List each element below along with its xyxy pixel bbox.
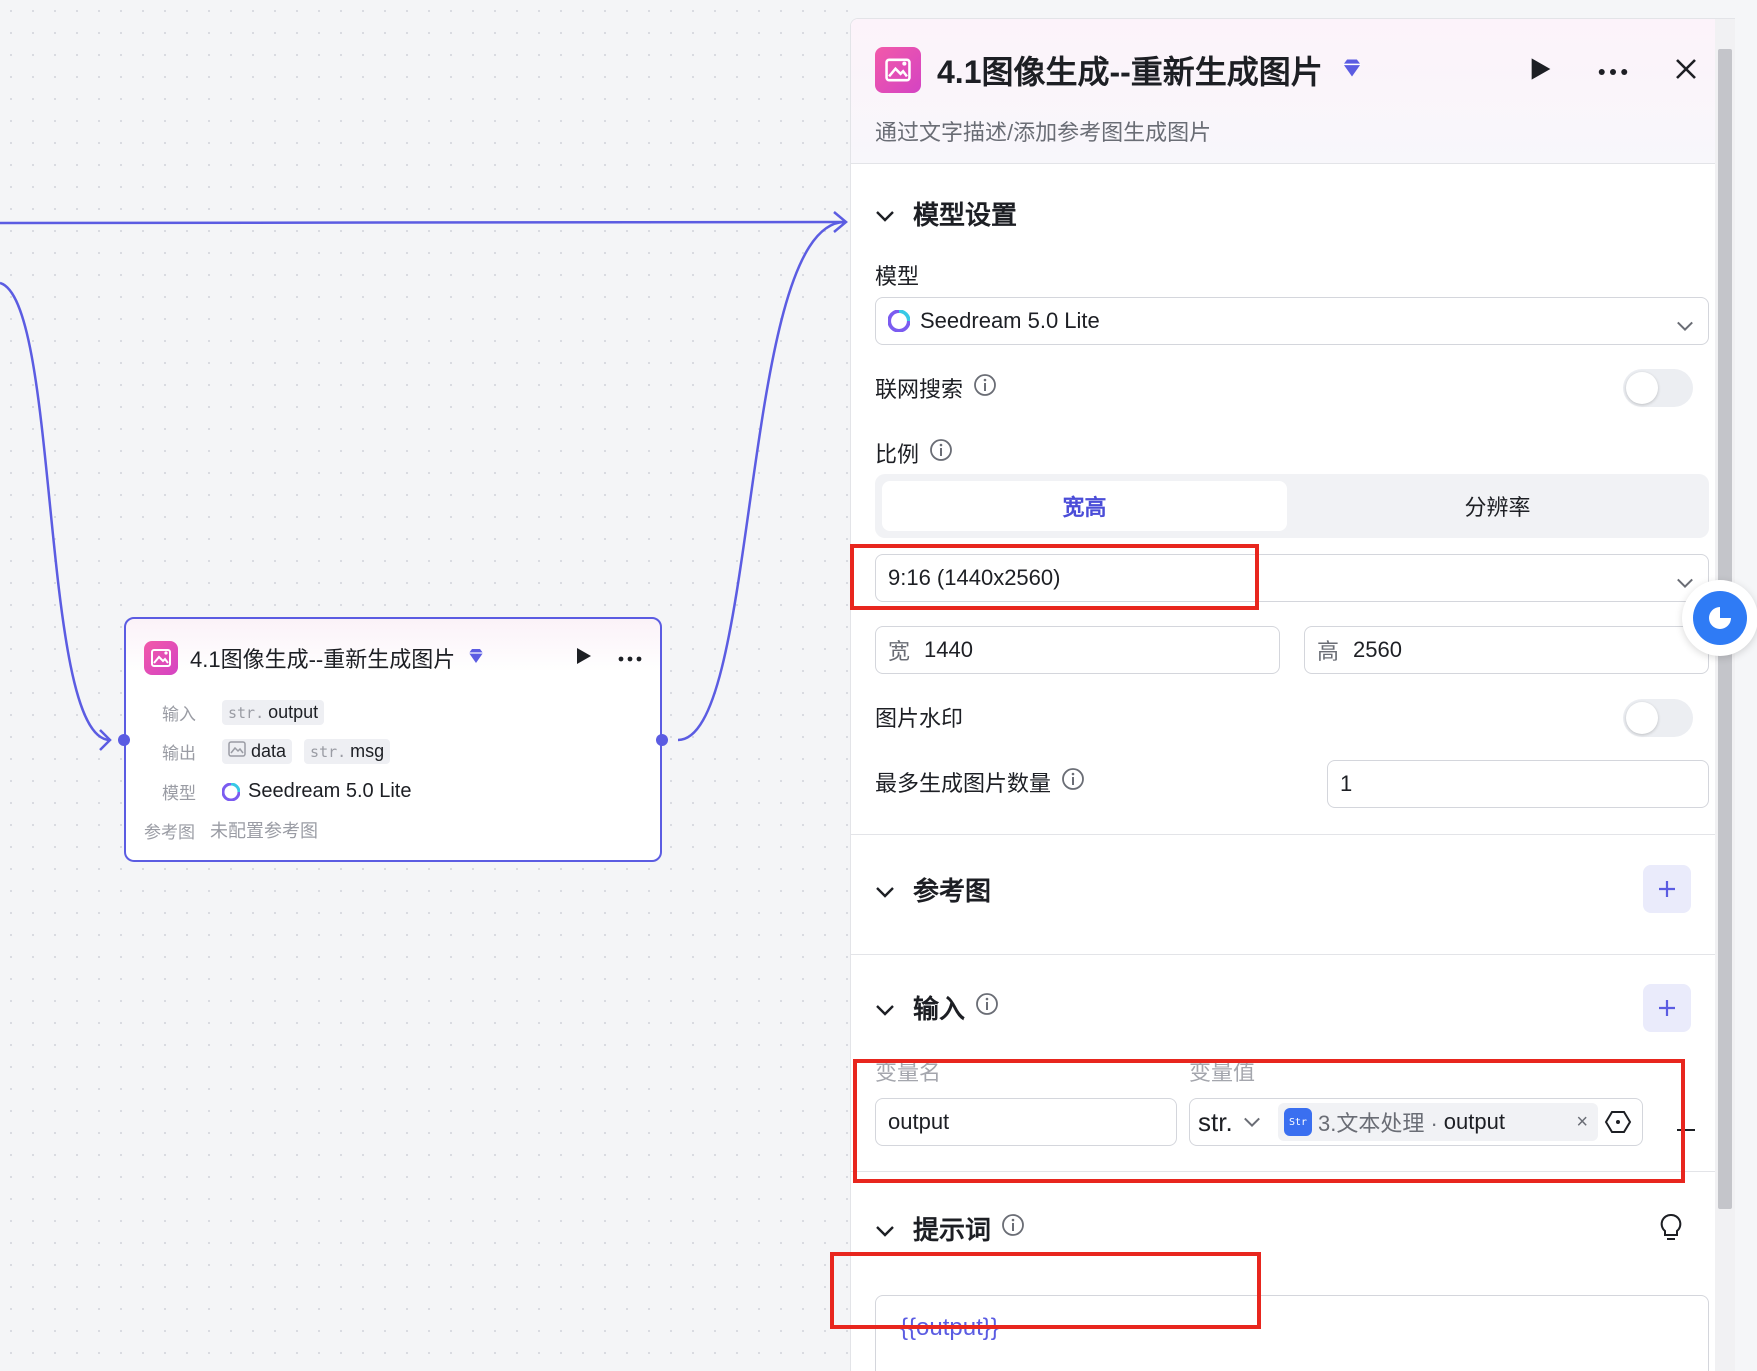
node-output-port[interactable]	[656, 734, 668, 746]
panel-title: 4.1图像生成--重新生成图片	[937, 54, 1323, 90]
node-model-row: 模型 Seedream 5.0 Lite	[162, 780, 412, 803]
max-count-label: 最多生成图片数量	[875, 766, 1085, 798]
seedream-logo-icon	[222, 782, 240, 801]
info-icon[interactable]	[929, 438, 953, 468]
node-output-row: 输出 data str. msg	[162, 739, 402, 764]
more-icon[interactable]	[618, 649, 642, 667]
gem-icon	[1341, 58, 1363, 83]
output-chip-data: data	[222, 739, 293, 764]
assistant-icon	[1693, 591, 1747, 645]
web-search-toggle[interactable]	[1623, 369, 1693, 407]
output-chip-msg: str. msg	[304, 739, 391, 764]
highlight-prompt	[830, 1252, 1261, 1329]
watermark-toggle[interactable]	[1623, 699, 1693, 737]
model-select[interactable]: Seedream 5.0 Lite	[875, 297, 1709, 345]
panel-subtitle: 通过文字描述/添加参考图生成图片	[875, 120, 1212, 145]
info-icon[interactable]	[973, 373, 997, 403]
add-input-button[interactable]	[1643, 984, 1691, 1032]
tab-resolution[interactable]: 分辨率	[1295, 481, 1700, 531]
ratio-tabs: 宽高 分辨率	[875, 474, 1709, 538]
ref-section-header[interactable]: 参考图	[875, 871, 991, 908]
run-icon[interactable]	[576, 647, 592, 670]
chevron-down-icon	[875, 992, 895, 1023]
seedream-logo-icon	[888, 310, 910, 332]
more-icon[interactable]	[1598, 63, 1628, 81]
node-input-row: 输入 str. output	[162, 700, 336, 725]
chevron-down-icon	[875, 1213, 895, 1244]
chevron-down-icon	[875, 874, 895, 905]
edge-top	[0, 220, 846, 225]
max-count-input[interactable]: 1	[1327, 760, 1709, 808]
node-ref-row: 参考图 未配置参考图	[144, 821, 318, 842]
prompt-section-header[interactable]: 提示词	[875, 1210, 1025, 1247]
model-label: 模型	[875, 264, 920, 289]
width-field[interactable]: 宽 1440	[875, 626, 1280, 674]
chevron-down-icon	[1676, 312, 1694, 338]
model-section-header[interactable]: 模型设置	[875, 195, 1017, 232]
info-icon[interactable]	[975, 992, 999, 1023]
chevron-down-icon	[875, 198, 895, 229]
edge-left-curve	[0, 281, 111, 742]
lightbulb-icon[interactable]	[1659, 1213, 1683, 1248]
web-search-label: 联网搜索	[875, 372, 997, 404]
close-icon[interactable]	[1674, 57, 1698, 86]
divider	[851, 954, 1716, 955]
divider	[851, 834, 1716, 835]
highlight-ratio	[850, 544, 1259, 610]
run-icon[interactable]	[1530, 57, 1552, 86]
panel-scrollbar[interactable]	[1715, 19, 1735, 1371]
info-icon[interactable]	[1061, 767, 1085, 797]
node-title: 4.1图像生成--重新生成图片	[190, 647, 456, 672]
height-field[interactable]: 高 2560	[1304, 626, 1709, 674]
tab-width-height[interactable]: 宽高	[882, 481, 1287, 531]
watermark-label: 图片水印	[875, 706, 964, 731]
input-section-header[interactable]: 输入	[875, 989, 999, 1026]
highlight-input-row	[853, 1059, 1685, 1183]
edge-right-curve	[677, 220, 846, 742]
ratio-label: 比例	[875, 437, 953, 469]
image-gen-node[interactable]: 4.1图像生成--重新生成图片 输入 str. output 输出 data st…	[124, 617, 662, 862]
info-icon[interactable]	[1001, 1213, 1025, 1244]
node-input-port[interactable]	[118, 734, 130, 746]
image-icon	[228, 741, 246, 762]
add-ref-button[interactable]	[1643, 865, 1691, 913]
panel-header: 4.1图像生成--重新生成图片 通过文字描述/添加参考图生成图片	[851, 19, 1735, 164]
input-chip: str. output	[222, 700, 325, 725]
assistant-float-button[interactable]	[1682, 580, 1757, 656]
gem-icon	[467, 648, 485, 669]
image-gen-icon	[875, 47, 921, 93]
image-gen-icon	[144, 641, 178, 675]
